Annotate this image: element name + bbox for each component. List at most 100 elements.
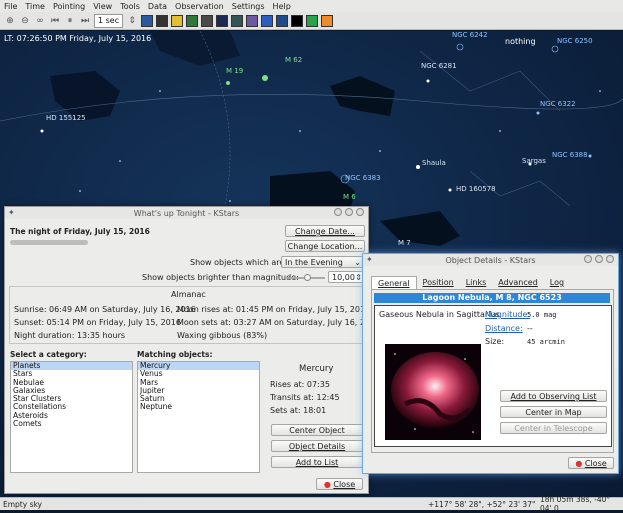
- maximize-icon[interactable]: [345, 208, 353, 216]
- menu-data[interactable]: Data: [144, 2, 171, 11]
- size-value: 45 arcmin: [527, 338, 565, 346]
- sky-label-m62[interactable]: M 62: [285, 56, 302, 64]
- moonrise-text: Moon rises at: 01:45 PM on Friday, July …: [177, 305, 371, 314]
- stars-toggle-icon[interactable]: [141, 14, 154, 27]
- menu-file[interactable]: File: [0, 2, 21, 11]
- deep-sky-toggle-icon[interactable]: [156, 14, 169, 27]
- menu-view[interactable]: View: [89, 2, 116, 11]
- object-details-title: Object Details - KStars: [445, 255, 536, 265]
- sky-time-readout: LT: 07:26:50 PM Friday, July 15, 2016: [4, 34, 152, 43]
- equatorial-grid-icon[interactable]: [261, 14, 274, 27]
- ground-icon[interactable]: [291, 14, 304, 27]
- add-to-observing-list-button[interactable]: Add to Observing List: [500, 390, 607, 402]
- constellation-lines-icon[interactable]: [186, 14, 199, 27]
- milky-way-icon[interactable]: [246, 14, 259, 27]
- kstars-app-icon: ✦: [8, 208, 15, 217]
- tab-general[interactable]: General: [371, 276, 417, 290]
- show-up-select[interactable]: In the Evening ⌄: [281, 256, 365, 268]
- zoom-out-icon[interactable]: ⊖: [19, 15, 31, 27]
- close-icon[interactable]: [356, 208, 364, 216]
- sky-label-m6[interactable]: M 6: [343, 193, 356, 201]
- object-details-button[interactable]: Object Details: [271, 440, 363, 452]
- sky-label-ngc6281[interactable]: NGC 6281: [421, 62, 457, 70]
- magnitude-spinbox[interactable]: 10,00 ⇕: [328, 271, 365, 283]
- sky-label-ngc6388[interactable]: NGC 6388: [552, 151, 588, 159]
- center-object-button[interactable]: Center Object: [271, 424, 363, 436]
- sky-label-m7[interactable]: M 7: [398, 239, 411, 247]
- sky-label-ngc6242[interactable]: NGC 6242: [452, 31, 488, 39]
- sunset-text: Sunset: 05:14 PM on Friday, July 15, 201…: [14, 318, 181, 327]
- rewind-icon[interactable]: ⏮: [49, 15, 61, 27]
- category-list[interactable]: Planets Stars Nebulae Galaxies Star Clusters…: [10, 361, 133, 473]
- night-label: The night of Friday, July 15, 2016: [10, 227, 150, 236]
- constellation-art-icon[interactable]: [201, 14, 214, 27]
- tab-position[interactable]: Position: [417, 276, 460, 290]
- forward-icon[interactable]: ⏭: [79, 15, 91, 27]
- constellation-names-icon[interactable]: [216, 14, 229, 27]
- sky-label-hd155125[interactable]: HD 155125: [46, 114, 86, 122]
- kstars-app-icon: ✦: [366, 255, 373, 264]
- menu-observation[interactable]: Observation: [171, 2, 228, 11]
- selected-object-name: Mercury: [299, 364, 334, 374]
- spinbox-icon[interactable]: ⇕: [126, 15, 138, 27]
- satellites-icon[interactable]: [321, 14, 334, 27]
- object-details-dialog: ✦ Object Details - KStars General Positi…: [362, 253, 619, 474]
- tab-links[interactable]: Links: [460, 276, 493, 290]
- object-info-box: Gaseous Nebula in Sagittarius Magnitude:…: [374, 305, 612, 447]
- whats-up-title: What's up Tonight - KStars: [133, 208, 240, 218]
- menu-pointing[interactable]: Pointing: [49, 2, 89, 11]
- sky-label-ngc6250[interactable]: NGC 6250: [557, 37, 593, 45]
- menu-tools[interactable]: Tools: [116, 2, 144, 11]
- menu-time[interactable]: Time: [21, 2, 49, 11]
- change-date-button[interactable]: Change Date...: [285, 225, 365, 237]
- altaz-coords: +117° 58' 28", +52° 23' 37": [428, 499, 536, 509]
- category-item[interactable]: Comets: [11, 419, 132, 428]
- object-item[interactable]: Neptune: [138, 403, 259, 412]
- add-to-list-button[interactable]: Add to List: [271, 456, 363, 468]
- menu-settings[interactable]: Settings: [228, 2, 269, 11]
- center-in-map-button[interactable]: Center in Map: [500, 406, 607, 418]
- constellation-boundaries-icon[interactable]: [231, 14, 244, 27]
- tab-log[interactable]: Log: [544, 276, 570, 290]
- matching-objects-list[interactable]: Mercury Venus Mars Jupiter Saturn Neptune: [137, 361, 260, 473]
- menubar: File Time Pointing View Tools Data Obser…: [0, 0, 623, 12]
- sky-label-hd160578[interactable]: HD 160578: [456, 185, 496, 193]
- status-message: Empty sky: [3, 499, 42, 509]
- magnitude-value: 5.0 mag: [527, 311, 557, 319]
- minimize-icon[interactable]: [584, 255, 592, 263]
- sky-label-m19[interactable]: M 19: [226, 67, 243, 75]
- chevron-down-icon: ⌄: [354, 258, 361, 267]
- object-type-text: Gaseous Nebula in Sagittarius: [379, 310, 500, 319]
- object-details-titlebar[interactable]: ✦ Object Details - KStars: [363, 254, 618, 266]
- sky-label-ngc6322[interactable]: NGC 6322: [540, 100, 576, 108]
- magnitude-slider-handle[interactable]: [304, 274, 312, 281]
- lagoon-nebula-image: [385, 344, 481, 440]
- distance-link[interactable]: Distance:: [485, 324, 523, 333]
- brighter-label: Show objects brighter than magnitude:: [142, 273, 299, 282]
- horizontal-grid-icon[interactable]: [276, 14, 289, 27]
- close-button[interactable]: ● Close: [316, 478, 363, 490]
- almanac-title: Almanac: [171, 290, 206, 299]
- distance-value: --: [527, 324, 533, 333]
- sky-label-shaula[interactable]: Shaula: [422, 159, 446, 167]
- binoculars-icon[interactable]: ∞: [34, 15, 46, 27]
- time-step-field[interactable]: 1 sec: [94, 13, 124, 28]
- rises-text: Rises at: 07:35: [270, 380, 330, 389]
- menu-help[interactable]: Help: [269, 2, 295, 11]
- minimize-icon[interactable]: [334, 208, 342, 216]
- od-close-button[interactable]: ● Close: [568, 457, 614, 469]
- magnitude-slider[interactable]: [287, 274, 325, 281]
- flags-icon[interactable]: [306, 14, 319, 27]
- solar-system-toggle-icon[interactable]: [171, 14, 184, 27]
- magnitude-link[interactable]: Magnitude:: [485, 310, 530, 319]
- change-location-button[interactable]: Change Location...: [285, 240, 365, 252]
- whats-up-tonight-dialog: ✦ What's up Tonight - KStars The night o…: [4, 206, 380, 494]
- close-icon[interactable]: [606, 255, 614, 263]
- sky-label-sargas[interactable]: Sargas: [522, 157, 546, 165]
- maximize-icon[interactable]: [595, 255, 603, 263]
- zoom-in-icon[interactable]: ⊕: [4, 15, 16, 27]
- whats-up-titlebar[interactable]: ✦ What's up Tonight - KStars: [5, 207, 368, 219]
- pause-icon[interactable]: ⏸: [64, 15, 76, 27]
- sky-label-ngc6383[interactable]: NGC 6383: [345, 174, 381, 182]
- tab-advanced[interactable]: Advanced: [492, 276, 544, 290]
